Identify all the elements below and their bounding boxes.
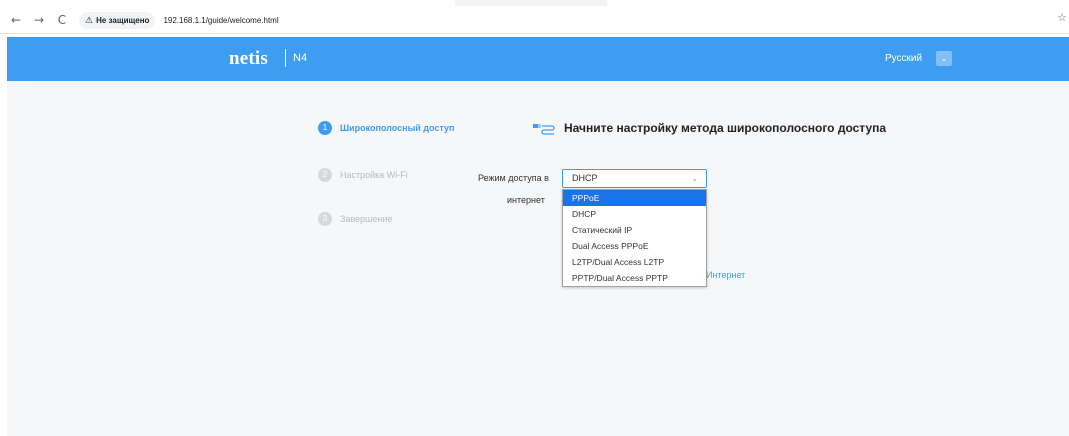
access-mode-dropdown: PPPoE DHCP Статический IP Dual Access PP… xyxy=(562,189,707,287)
step-number: 3 xyxy=(318,212,332,226)
access-mode-select[interactable]: DHCP ⌄ xyxy=(562,169,707,188)
option-static-ip[interactable]: Статический IP xyxy=(563,222,706,238)
tab-other[interactable] xyxy=(607,0,1069,6)
step-finish: 3 Завершение xyxy=(318,212,392,226)
language-label[interactable]: Русский xyxy=(885,53,922,64)
partial-link[interactable]: Интернет xyxy=(706,270,745,280)
option-pptp[interactable]: PPTP/Dual Access PPTP xyxy=(563,270,706,286)
option-l2tp[interactable]: L2TP/Dual Access L2TP xyxy=(563,254,706,270)
option-dual-access-pppoe[interactable]: Dual Access PPPoE xyxy=(563,238,706,254)
back-icon[interactable]: ← xyxy=(8,12,24,28)
logo-divider xyxy=(285,49,286,67)
security-chip[interactable]: ⚠ Не защищено xyxy=(79,12,156,29)
browser-toolbar: ← → C ⚠ Не защищено 192.168.1.1/guide/we… xyxy=(0,0,1069,34)
section-title-text: Начните настройку метода широкополосного… xyxy=(564,121,887,135)
step-label: Настройка Wi-Fi xyxy=(340,170,408,180)
chevron-down-icon: ⌄ xyxy=(691,174,698,183)
step-broadband: 1 Широкополосный доступ xyxy=(318,121,454,135)
security-label: Не защищено xyxy=(96,16,150,25)
address-bar[interactable]: ⚠ Не защищено 192.168.1.1/guide/welcome.… xyxy=(79,11,279,30)
step-label: Завершение xyxy=(340,214,393,224)
language-chevron-down-icon[interactable]: ⌄ xyxy=(936,51,952,66)
step-number: 2 xyxy=(318,168,332,182)
reload-icon[interactable]: C xyxy=(54,12,70,28)
tab-strip xyxy=(0,0,1069,6)
tab-active[interactable] xyxy=(0,0,455,6)
app-header: netis N4 Русский ⌄ xyxy=(7,37,1069,81)
forward-icon[interactable]: → xyxy=(31,12,47,28)
access-mode-label-line2: интернет xyxy=(507,195,545,205)
warning-icon: ⚠ xyxy=(85,15,94,26)
step-number: 1 xyxy=(318,121,332,135)
select-value: DHCP xyxy=(572,173,598,183)
option-pppoe[interactable]: PPPoE xyxy=(563,190,706,206)
section-title: Начните настройку метода широкополосного… xyxy=(532,121,886,135)
step-label: Широкополосный доступ xyxy=(340,123,455,133)
step-wifi: 2 Настройка Wi-Fi xyxy=(318,168,408,182)
bookmark-star-icon[interactable]: ☆ xyxy=(1057,11,1067,24)
url-text[interactable]: 192.168.1.1/guide/welcome.html xyxy=(163,16,278,25)
netis-logo: netis xyxy=(229,48,268,69)
model-name: N4 xyxy=(293,52,308,64)
option-dhcp[interactable]: DHCP xyxy=(563,206,706,222)
plug-icon xyxy=(533,124,555,135)
access-mode-label: Режим доступа в xyxy=(478,173,549,183)
